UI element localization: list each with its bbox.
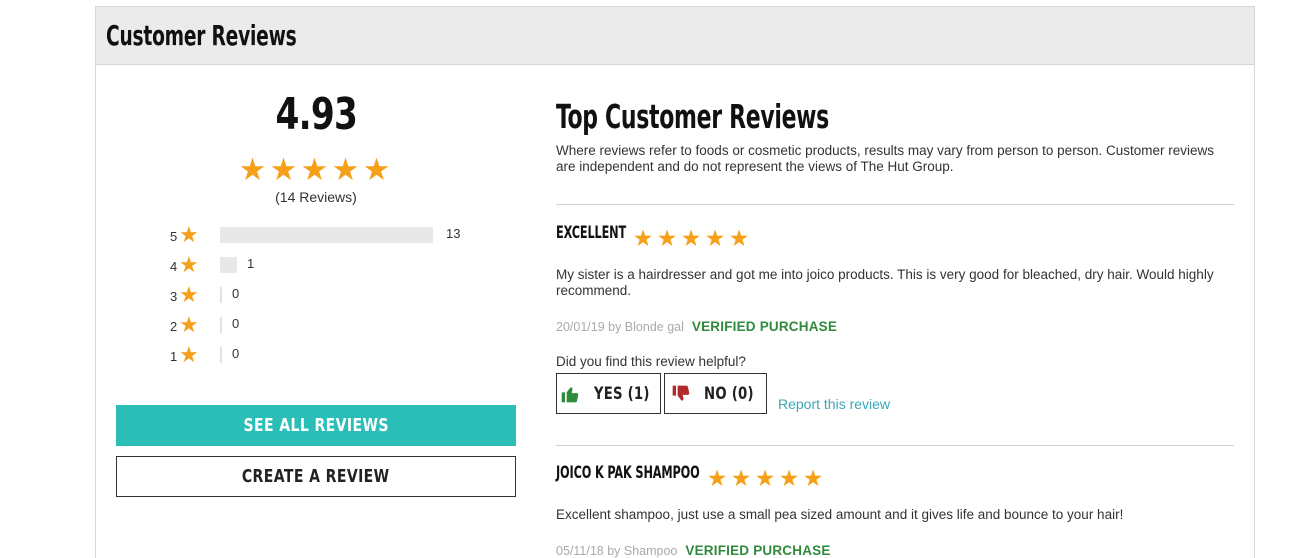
star-icon: ★ bbox=[179, 312, 199, 337]
distribution-label: 3 bbox=[170, 289, 178, 304]
distribution-bar bbox=[220, 287, 433, 303]
see-all-reviews-label: SEE ALL REVIEWS bbox=[243, 415, 389, 436]
star-icon: ★ bbox=[706, 465, 728, 491]
star-icon: ★ bbox=[331, 152, 360, 187]
review-body: Excellent shampoo, just use a small pea … bbox=[556, 507, 1124, 522]
verified-purchase-badge: VERIFIED PURCHASE bbox=[691, 319, 838, 334]
star-icon: ★ bbox=[179, 342, 199, 367]
star-icon: ★ bbox=[269, 152, 298, 187]
review-stars: ★ ★ ★ ★ ★ bbox=[632, 227, 750, 250]
star-icon: ★ bbox=[632, 225, 654, 251]
distribution-bar bbox=[220, 347, 433, 363]
review-stars: ★ ★ ★ ★ ★ bbox=[706, 467, 824, 490]
distribution-count: 0 bbox=[232, 346, 240, 361]
star-icon: ★ bbox=[362, 152, 391, 187]
average-rating: 4.93 bbox=[275, 89, 357, 140]
create-review-button[interactable]: CREATE A REVIEW bbox=[116, 456, 516, 497]
star-icon: ★ bbox=[802, 465, 824, 491]
star-icon: ★ bbox=[300, 152, 329, 187]
distribution-label: 5 bbox=[170, 229, 178, 244]
distribution-row-5[interactable]: 5 ★ 13 bbox=[170, 222, 460, 247]
helpful-yes-label: YES (1) bbox=[593, 383, 650, 404]
verified-purchase-badge: VERIFIED PURCHASE bbox=[685, 543, 831, 558]
panel-title: Customer Reviews bbox=[106, 19, 297, 52]
distribution-bar-fill bbox=[220, 317, 222, 333]
divider bbox=[556, 445, 1234, 446]
average-stars: ★ ★ ★ ★ ★ bbox=[238, 154, 391, 185]
top-reviews-title: Top Customer Reviews bbox=[556, 97, 829, 136]
thumbs-down-icon bbox=[672, 385, 689, 401]
review-count: (14 Reviews) bbox=[275, 189, 357, 205]
distribution-row-4[interactable]: 4 ★ 1 bbox=[170, 252, 254, 277]
helpful-yes-button[interactable]: YES (1) bbox=[556, 373, 661, 414]
distribution-row-1[interactable]: 1 ★ 0 bbox=[170, 342, 239, 367]
distribution-bar-fill bbox=[220, 257, 238, 273]
distribution-label: 1 bbox=[170, 349, 178, 364]
distribution-bar-fill bbox=[220, 347, 222, 363]
distribution-row-2[interactable]: 2 ★ 0 bbox=[170, 312, 239, 337]
star-icon: ★ bbox=[179, 282, 199, 307]
star-icon: ★ bbox=[754, 465, 776, 491]
review-meta: 05/11/18 by Shampoo VERIFIED PURCHASE bbox=[556, 543, 831, 558]
divider bbox=[556, 204, 1234, 205]
thumbs-up-icon bbox=[561, 386, 578, 402]
review-title: EXCELLENT bbox=[556, 223, 627, 243]
review-title: JOICO K PAK SHAMPOO bbox=[556, 463, 700, 483]
customer-reviews-panel: Customer Reviews 4.93 ★ ★ ★ ★ ★ (14 Revi… bbox=[95, 6, 1255, 558]
star-icon: ★ bbox=[656, 225, 678, 251]
panel-header: Customer Reviews bbox=[96, 7, 1254, 65]
distribution-label: 2 bbox=[170, 319, 178, 334]
star-icon: ★ bbox=[728, 225, 750, 251]
star-icon: ★ bbox=[179, 222, 199, 247]
review-date-author: 05/11/18 by Shampoo bbox=[556, 544, 678, 558]
reviews-disclaimer: Where reviews refer to foods or cosmetic… bbox=[556, 143, 1214, 174]
star-icon: ★ bbox=[730, 465, 752, 491]
distribution-label: 4 bbox=[170, 259, 178, 274]
star-icon: ★ bbox=[778, 465, 800, 491]
distribution-count: 1 bbox=[247, 256, 255, 271]
distribution-count: 0 bbox=[232, 316, 240, 331]
distribution-row-3[interactable]: 3 ★ 0 bbox=[170, 282, 239, 307]
distribution-bar-fill bbox=[220, 227, 433, 243]
helpful-no-label: NO (0) bbox=[703, 383, 754, 404]
star-icon: ★ bbox=[704, 225, 726, 251]
create-review-label: CREATE A REVIEW bbox=[242, 466, 390, 487]
distribution-bar bbox=[220, 317, 433, 333]
distribution-count: 0 bbox=[232, 286, 240, 301]
distribution-bar bbox=[220, 227, 433, 243]
helpful-question: Did you find this review helpful? bbox=[556, 354, 746, 369]
review-meta: 20/01/19 by Blonde gal VERIFIED PURCHASE bbox=[556, 319, 837, 334]
star-icon: ★ bbox=[238, 152, 267, 187]
helpful-no-button[interactable]: NO (0) bbox=[664, 373, 767, 414]
star-icon: ★ bbox=[680, 225, 702, 251]
review-date-author: 20/01/19 by Blonde gal bbox=[556, 320, 684, 334]
distribution-bar-fill bbox=[220, 287, 222, 303]
report-review-link[interactable]: Report this review bbox=[778, 396, 890, 412]
distribution-count: 13 bbox=[446, 226, 461, 241]
see-all-reviews-button[interactable]: SEE ALL REVIEWS bbox=[116, 405, 516, 446]
star-icon: ★ bbox=[179, 252, 199, 277]
review-body: My sister is a hairdresser and got me in… bbox=[556, 267, 1214, 298]
